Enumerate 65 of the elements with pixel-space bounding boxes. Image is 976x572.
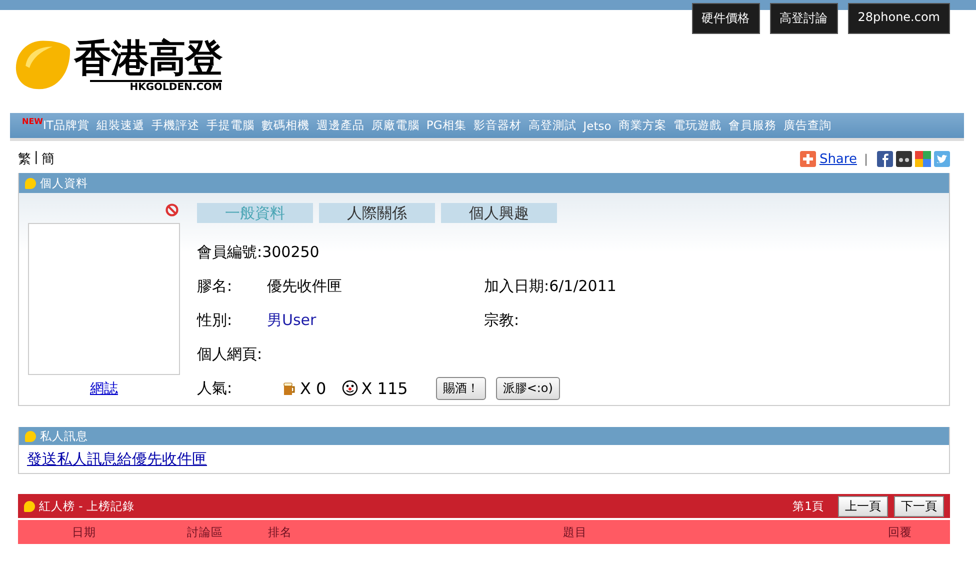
top-link[interactable]: 28phone.com bbox=[848, 3, 950, 34]
share-link[interactable]: Share bbox=[819, 152, 857, 166]
field-label: 會員編號: bbox=[197, 242, 262, 262]
nav-item[interactable]: 週邊產品 bbox=[316, 118, 364, 133]
nav-item[interactable]: PG相集 bbox=[426, 118, 466, 133]
nav-item[interactable]: 手提電腦 bbox=[206, 118, 254, 133]
nav-item[interactable]: IT品牌賞 bbox=[42, 118, 90, 133]
field-label: 人氣: bbox=[197, 378, 234, 398]
column-header: 題目 bbox=[562, 524, 588, 540]
twitter-icon[interactable] bbox=[934, 151, 950, 167]
field-value: 男User bbox=[267, 310, 316, 330]
nav-item[interactable]: 數碼相機 bbox=[261, 118, 310, 133]
plus-icon[interactable] bbox=[800, 151, 816, 167]
page-button[interactable]: 上一頁 bbox=[838, 496, 888, 516]
language-option[interactable]: 簡 bbox=[41, 150, 54, 168]
field-value: 6/1/2011 bbox=[549, 276, 616, 296]
nav-item[interactable]: 電玩遊戲 bbox=[673, 118, 722, 133]
section-title: 個人資料 bbox=[40, 176, 88, 190]
tab[interactable]: 一般資料 bbox=[197, 203, 313, 223]
count-text: X 0 bbox=[300, 378, 326, 398]
nav-item[interactable]: 組裝速遞 bbox=[96, 118, 144, 133]
tab[interactable]: 個人興趣 bbox=[441, 203, 557, 223]
field-value: 300250 bbox=[262, 242, 320, 262]
section-title: 私人訊息 bbox=[40, 428, 88, 444]
beer-mug-icon bbox=[281, 380, 297, 396]
field-value: 優先收件匣 bbox=[267, 276, 342, 296]
action-button[interactable]: 派膠<:o) bbox=[496, 376, 560, 400]
column-header: 排名 bbox=[267, 524, 293, 540]
field-label: 性別: bbox=[197, 310, 234, 330]
language-option[interactable]: 繁 bbox=[18, 150, 31, 168]
section-title: 紅人榜 - 上榜記錄 bbox=[39, 498, 134, 514]
nav-item[interactable]: 商業方案 bbox=[618, 118, 666, 133]
field-label: 加入日期: bbox=[484, 276, 550, 296]
bullet-icon bbox=[25, 178, 36, 188]
blog-link[interactable]: 網誌 bbox=[90, 380, 118, 398]
block-icon[interactable] bbox=[165, 203, 179, 217]
smiley-icon bbox=[342, 380, 358, 396]
nav-item[interactable]: Jetso bbox=[583, 119, 612, 133]
site-logo[interactable]: 香港高登 HKGOLDEN.COM bbox=[14, 36, 224, 96]
nav-item[interactable]: 會員服務 bbox=[728, 118, 776, 133]
separator: | bbox=[34, 150, 38, 167]
nav-item[interactable]: 高登測試 bbox=[528, 118, 576, 133]
field-label: 個人網頁: bbox=[197, 344, 262, 364]
top-link[interactable]: 高登討論 bbox=[770, 3, 838, 34]
column-header: 日期 bbox=[71, 524, 97, 540]
page-number: 第1頁 bbox=[792, 498, 824, 514]
tab[interactable]: 人際關係 bbox=[319, 203, 435, 223]
bullet-icon bbox=[25, 430, 36, 442]
nav-item[interactable]: 廣告查詢 bbox=[783, 118, 832, 133]
column-header: 回覆 bbox=[887, 524, 913, 540]
count-text: X 115 bbox=[361, 378, 408, 398]
field-label: 宗教: bbox=[484, 310, 520, 330]
facebook-icon[interactable] bbox=[877, 151, 893, 167]
column-header: 討論區 bbox=[186, 524, 224, 540]
action-button[interactable]: 賜酒！ bbox=[436, 376, 486, 400]
field-label: 膠名: bbox=[197, 276, 234, 296]
page-button[interactable]: 下一頁 bbox=[894, 496, 944, 516]
nav-item[interactable]: 原廠電腦 bbox=[371, 118, 420, 133]
new-label: NEW bbox=[22, 117, 43, 126]
top-link[interactable]: 硬件價格 bbox=[692, 3, 760, 34]
bullet-icon bbox=[24, 500, 35, 512]
nav-item[interactable]: 手機評述 bbox=[151, 118, 200, 133]
nav-item[interactable]: 影音器材 bbox=[473, 118, 522, 133]
separator: | bbox=[864, 152, 868, 166]
send-message-link[interactable]: 發送私人訊息給優先收件匣 bbox=[27, 450, 207, 468]
